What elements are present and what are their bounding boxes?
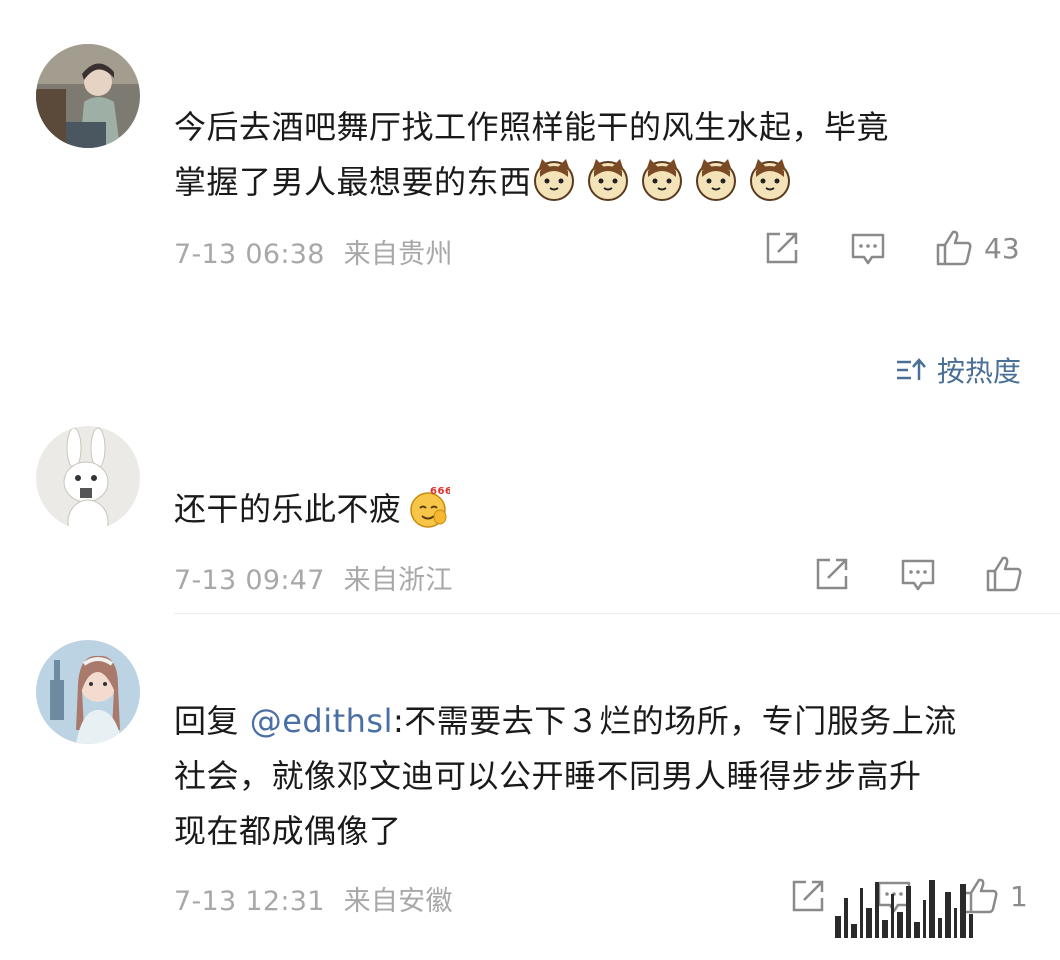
share-button[interactable] <box>814 556 850 592</box>
share-icon <box>766 232 798 264</box>
share-button[interactable] <box>790 878 826 914</box>
like-button[interactable] <box>984 554 1024 594</box>
like-count: 43 <box>984 231 1020 265</box>
divider <box>174 613 1060 614</box>
comment-text: 还干的乐此不疲 666 <box>174 482 460 537</box>
svg-text:666: 666 <box>430 486 450 497</box>
cat-emoji <box>694 157 738 201</box>
mention-link[interactable]: @edithsl <box>250 702 393 740</box>
comment-time: 7-13 06:38 <box>174 239 325 270</box>
comment-time: 7-13 12:31 <box>174 886 325 917</box>
sort-icon <box>897 358 926 380</box>
cat-emoji <box>586 157 630 201</box>
comment-line: 回复 @edithsl:不需要去下３烂的场所，专门服务上流 <box>174 702 957 740</box>
cat-emoji <box>748 157 792 201</box>
comment-icon <box>901 559 935 591</box>
like-button[interactable]: 43 <box>934 228 1020 268</box>
comment-text: 今后去酒吧舞厅找工作照样能干的风生水起，毕竟 掌握了男人最想要的东西 <box>174 100 889 210</box>
comment-line: 现在都成偶像了 <box>174 812 402 850</box>
share-icon <box>792 880 824 912</box>
thumbs-up-icon <box>936 230 972 266</box>
comment-text: 回复 @edithsl:不需要去下３烂的场所，专门服务上流 社会，就像邓文迪可以… <box>174 694 957 859</box>
sort-toggle[interactable]: 按热度 <box>895 350 1021 390</box>
comment-location: 来自安徽 <box>343 886 453 917</box>
avatar[interactable] <box>36 44 140 148</box>
comment-meta: 7-13 06:38 来自贵州 <box>174 232 453 271</box>
cat-emoji <box>640 157 684 201</box>
avatar[interactable] <box>36 640 140 744</box>
comment-line: 掌握了男人最想要的东西 <box>174 155 889 210</box>
666-emoji: 666 <box>406 484 451 528</box>
comment-meta: 7-13 12:31 来自安徽 <box>174 879 453 918</box>
share-button[interactable] <box>764 230 800 266</box>
comment-line: 社会，就像邓文迪可以公开睡不同男人睡得步步高升 <box>174 757 922 795</box>
comment-meta: 7-13 09:47 来自浙江 <box>174 558 453 597</box>
share-icon <box>816 558 848 590</box>
cat-emoji <box>532 157 576 201</box>
thumbs-up-icon <box>986 556 1022 592</box>
comment-location: 来自浙江 <box>343 565 453 596</box>
watermark-logo <box>835 876 1045 938</box>
comment-line: 今后去酒吧舞厅找工作照样能干的风生水起，毕竟 <box>174 108 890 146</box>
comment-time: 7-13 09:47 <box>174 565 325 596</box>
reply-button[interactable] <box>850 232 886 266</box>
comment-location: 来自贵州 <box>343 239 453 270</box>
comment-icon <box>851 233 885 265</box>
avatar[interactable] <box>36 426 140 530</box>
sort-label: 按热度 <box>937 355 1022 388</box>
reply-button[interactable] <box>900 558 936 592</box>
